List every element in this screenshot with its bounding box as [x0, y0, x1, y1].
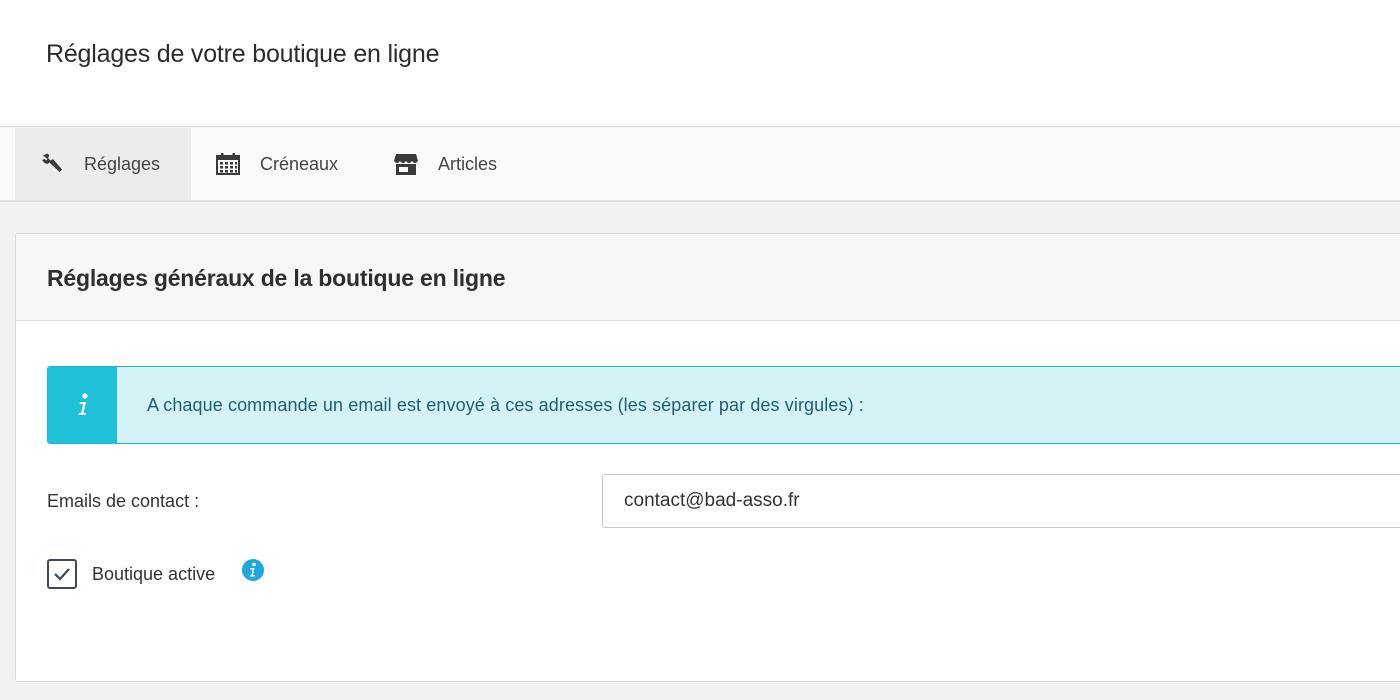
tab-articles[interactable]: Articles: [369, 128, 529, 200]
tab-bar: Réglages Créneaux Articles: [0, 128, 1400, 202]
tab-creneaux[interactable]: Créneaux: [191, 128, 369, 200]
shop-active-label: Boutique active: [92, 564, 216, 584]
check-icon: [54, 568, 70, 581]
wrench-icon: [39, 151, 65, 177]
tab-reglages[interactable]: Réglages: [15, 128, 191, 200]
emails-label: Emails de contact :: [47, 491, 200, 511]
shop-active-checkbox[interactable]: [47, 559, 77, 589]
calendar-icon: [215, 151, 241, 177]
emails-input[interactable]: [602, 474, 1400, 528]
page-header: Réglages de votre boutique en ligne: [0, 0, 1400, 127]
tab-articles-label: Articles: [438, 153, 498, 174]
info-alert: A chaque commande un email est envoyé à …: [47, 366, 1400, 444]
store-icon: [393, 151, 419, 177]
tab-creneaux-label: Créneaux: [260, 153, 339, 174]
page-title: Réglages de votre boutique en ligne: [46, 40, 440, 68]
info-icon: [48, 367, 117, 443]
info-circle-icon[interactable]: [241, 558, 265, 582]
card-title: Réglages généraux de la boutique en lign…: [47, 265, 506, 291]
settings-card: Réglages généraux de la boutique en lign…: [15, 233, 1400, 682]
tab-reglages-label: Réglages: [84, 153, 161, 174]
card-header: Réglages généraux de la boutique en lign…: [16, 234, 1400, 321]
info-text: A chaque commande un email est envoyé à …: [147, 395, 864, 415]
